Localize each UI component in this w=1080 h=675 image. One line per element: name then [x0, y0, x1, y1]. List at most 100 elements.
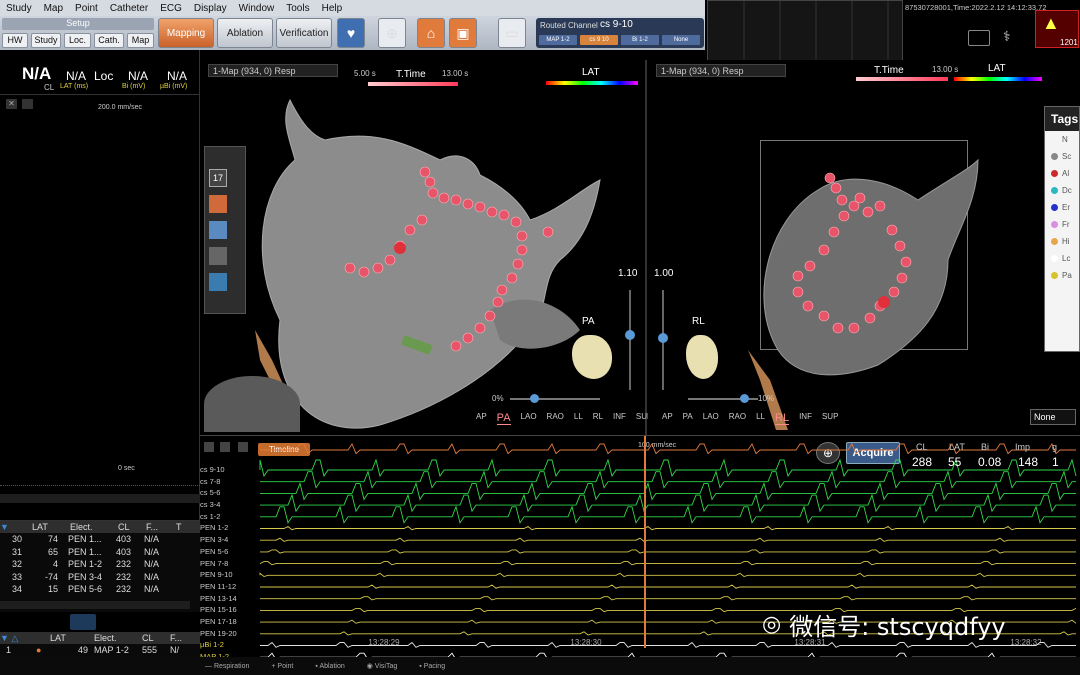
map-view-right[interactable]: 1-Map (934, 0) Resp T.Time 13.00 s LAT 1… — [648, 60, 1080, 435]
navigation-wheel[interactable] — [204, 376, 300, 432]
view-lao[interactable]: LAO — [521, 412, 537, 425]
col-cl[interactable]: CL — [118, 521, 146, 533]
routed-chip[interactable]: None — [662, 35, 700, 45]
map-view-left[interactable]: 1-Map (934, 0) Resp 5.00 s T.Time 13.00 … — [200, 60, 652, 435]
view-ap[interactable]: AP — [662, 412, 673, 425]
legend-point: + Point — [271, 662, 294, 670]
view-rl[interactable]: RL — [593, 412, 603, 425]
table-tab-icon[interactable] — [70, 614, 96, 630]
tag-item[interactable]: Fr — [1045, 216, 1079, 233]
compass-icon[interactable]: ⊕ — [378, 18, 406, 48]
view-title-dropdown[interactable]: 1-Map (934, 0) Resp — [208, 64, 338, 77]
ttime-start: 5.00 s — [354, 69, 376, 78]
menu-display[interactable]: Display — [188, 3, 233, 14]
menu-point[interactable]: Point — [69, 3, 104, 14]
tag-color-icon — [1051, 170, 1058, 177]
overlay-dropdown[interactable]: None — [1030, 409, 1076, 425]
menu-ecg[interactable]: ECG — [154, 3, 188, 14]
view-rl[interactable]: RL — [775, 412, 790, 425]
menu-tools[interactable]: Tools — [280, 3, 315, 14]
zoom-slider[interactable] — [629, 290, 631, 390]
cath-button[interactable]: Cath. — [94, 33, 124, 48]
setup-header: Setup — [2, 18, 154, 30]
tag-item[interactable]: Lc — [1045, 250, 1079, 267]
map-button[interactable]: Map — [127, 33, 154, 48]
table-row[interactable]: 30 74 PEN 1... 403 N/A — [0, 533, 200, 545]
view-pa[interactable]: PA — [683, 412, 693, 425]
view-rao[interactable]: RAO — [547, 412, 564, 425]
table-scrollbar[interactable] — [0, 601, 190, 609]
col-f[interactable]: F... — [146, 521, 176, 533]
col-lat[interactable]: LAT — [50, 632, 94, 644]
menu-study[interactable]: Study — [0, 3, 38, 14]
col-f[interactable]: F... — [170, 632, 194, 644]
view-sup[interactable]: SUP — [822, 412, 838, 425]
view-rao[interactable]: RAO — [729, 412, 746, 425]
view-lao[interactable]: LAO — [703, 412, 719, 425]
time-cursor[interactable] — [644, 436, 646, 648]
table-row[interactable]: 33 -74 PEN 3-4 232 N/A — [0, 571, 200, 583]
ecg-trace — [260, 537, 1076, 542]
study-button[interactable]: Study — [31, 33, 61, 48]
monitor-icon[interactable]: ▭ — [498, 18, 526, 48]
view-ap[interactable]: AP — [476, 412, 487, 425]
view-ll[interactable]: LL — [574, 412, 583, 425]
tool-counter[interactable]: 17 — [209, 169, 227, 187]
expand-icon[interactable] — [22, 99, 33, 109]
tag-item[interactable]: Er — [1045, 199, 1079, 216]
tag-color-icon — [1051, 153, 1058, 160]
tag-color-icon — [1051, 187, 1058, 194]
menu-map[interactable]: Map — [38, 3, 69, 14]
col-t[interactable]: T — [176, 521, 196, 533]
tag-item[interactable]: Sc — [1045, 148, 1079, 165]
palette-tool-icon[interactable] — [209, 273, 227, 291]
transparency-thumb[interactable] — [530, 394, 539, 403]
verification-button[interactable]: Verification — [276, 18, 332, 48]
eraser-tool-icon[interactable] — [209, 221, 227, 239]
tag-item[interactable]: Al — [1045, 165, 1079, 182]
menu-window[interactable]: Window — [233, 3, 281, 14]
tag-label: Dc — [1062, 186, 1072, 195]
tag-item[interactable]: Hi — [1045, 233, 1079, 250]
zoom-slider-thumb[interactable] — [658, 333, 668, 343]
heart-icon[interactable]: ♥ — [337, 18, 365, 48]
view-inf[interactable]: INF — [799, 412, 812, 425]
col-elect[interactable]: Elect. — [70, 521, 118, 533]
menu-help[interactable]: Help — [316, 3, 349, 14]
table-row[interactable]: 34 15 PEN 5-6 232 N/A — [0, 583, 200, 595]
routed-channel-panel[interactable]: Routed Channel cs 9-10 MAP 1-2 cs 9 10 B… — [536, 18, 704, 48]
tag-item[interactable]: N — [1045, 131, 1079, 148]
view-pa[interactable]: PA — [496, 412, 511, 425]
table-row[interactable]: 1 ● 49 MAP 1-2 555 N/ — [0, 644, 200, 656]
transparency-thumb[interactable] — [740, 394, 749, 403]
loc-button[interactable]: Loc. — [64, 33, 91, 48]
routed-chip[interactable]: MAP 1-2 — [539, 35, 577, 45]
hw-button[interactable]: HW — [2, 33, 28, 48]
zoom-slider-thumb[interactable] — [625, 330, 635, 340]
table-row[interactable]: 32 4 PEN 1-2 232 N/A — [0, 558, 200, 570]
transparency-slider[interactable] — [510, 398, 600, 400]
menu-catheter[interactable]: Catheter — [104, 3, 154, 14]
table-row[interactable]: 31 65 PEN 1... 403 N/A — [0, 546, 200, 558]
close-icon[interactable]: ✕ — [6, 99, 17, 109]
ablation-button[interactable]: Ablation — [217, 18, 273, 48]
ecg-trace — [260, 470, 1076, 489]
left-scrollbar[interactable] — [0, 494, 200, 503]
routed-chip[interactable]: Bi 1-2 — [621, 35, 659, 45]
view-inf[interactable]: INF — [613, 412, 626, 425]
camera-icon[interactable]: ▣ — [449, 18, 477, 48]
view-ll[interactable]: LL — [756, 412, 765, 425]
mapping-button[interactable]: Mapping — [158, 18, 214, 48]
col-cl[interactable]: CL — [142, 632, 170, 644]
tag-item[interactable]: Dc — [1045, 182, 1079, 199]
acq-header-imp: Imp — [1015, 442, 1031, 452]
chamber-icon[interactable]: ⌂ — [417, 18, 445, 48]
view-title-dropdown[interactable]: 1-Map (934, 0) Resp — [656, 64, 786, 77]
routed-chip[interactable]: cs 9 10 — [580, 35, 618, 45]
view-buttons-left: AP PA LAO RAO LL RL INF SUP — [476, 412, 652, 425]
col-lat[interactable]: LAT — [32, 521, 70, 533]
grid-tool-icon[interactable] — [209, 195, 227, 213]
clip-tool-icon[interactable] — [209, 247, 227, 265]
col-elect[interactable]: Elect. — [94, 632, 142, 644]
tag-item[interactable]: Pa — [1045, 267, 1079, 284]
